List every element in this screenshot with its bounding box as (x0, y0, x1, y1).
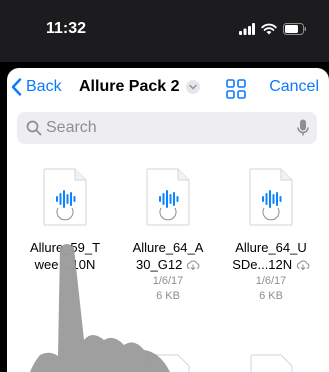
tap-gesture-hand-icon (30, 244, 170, 372)
